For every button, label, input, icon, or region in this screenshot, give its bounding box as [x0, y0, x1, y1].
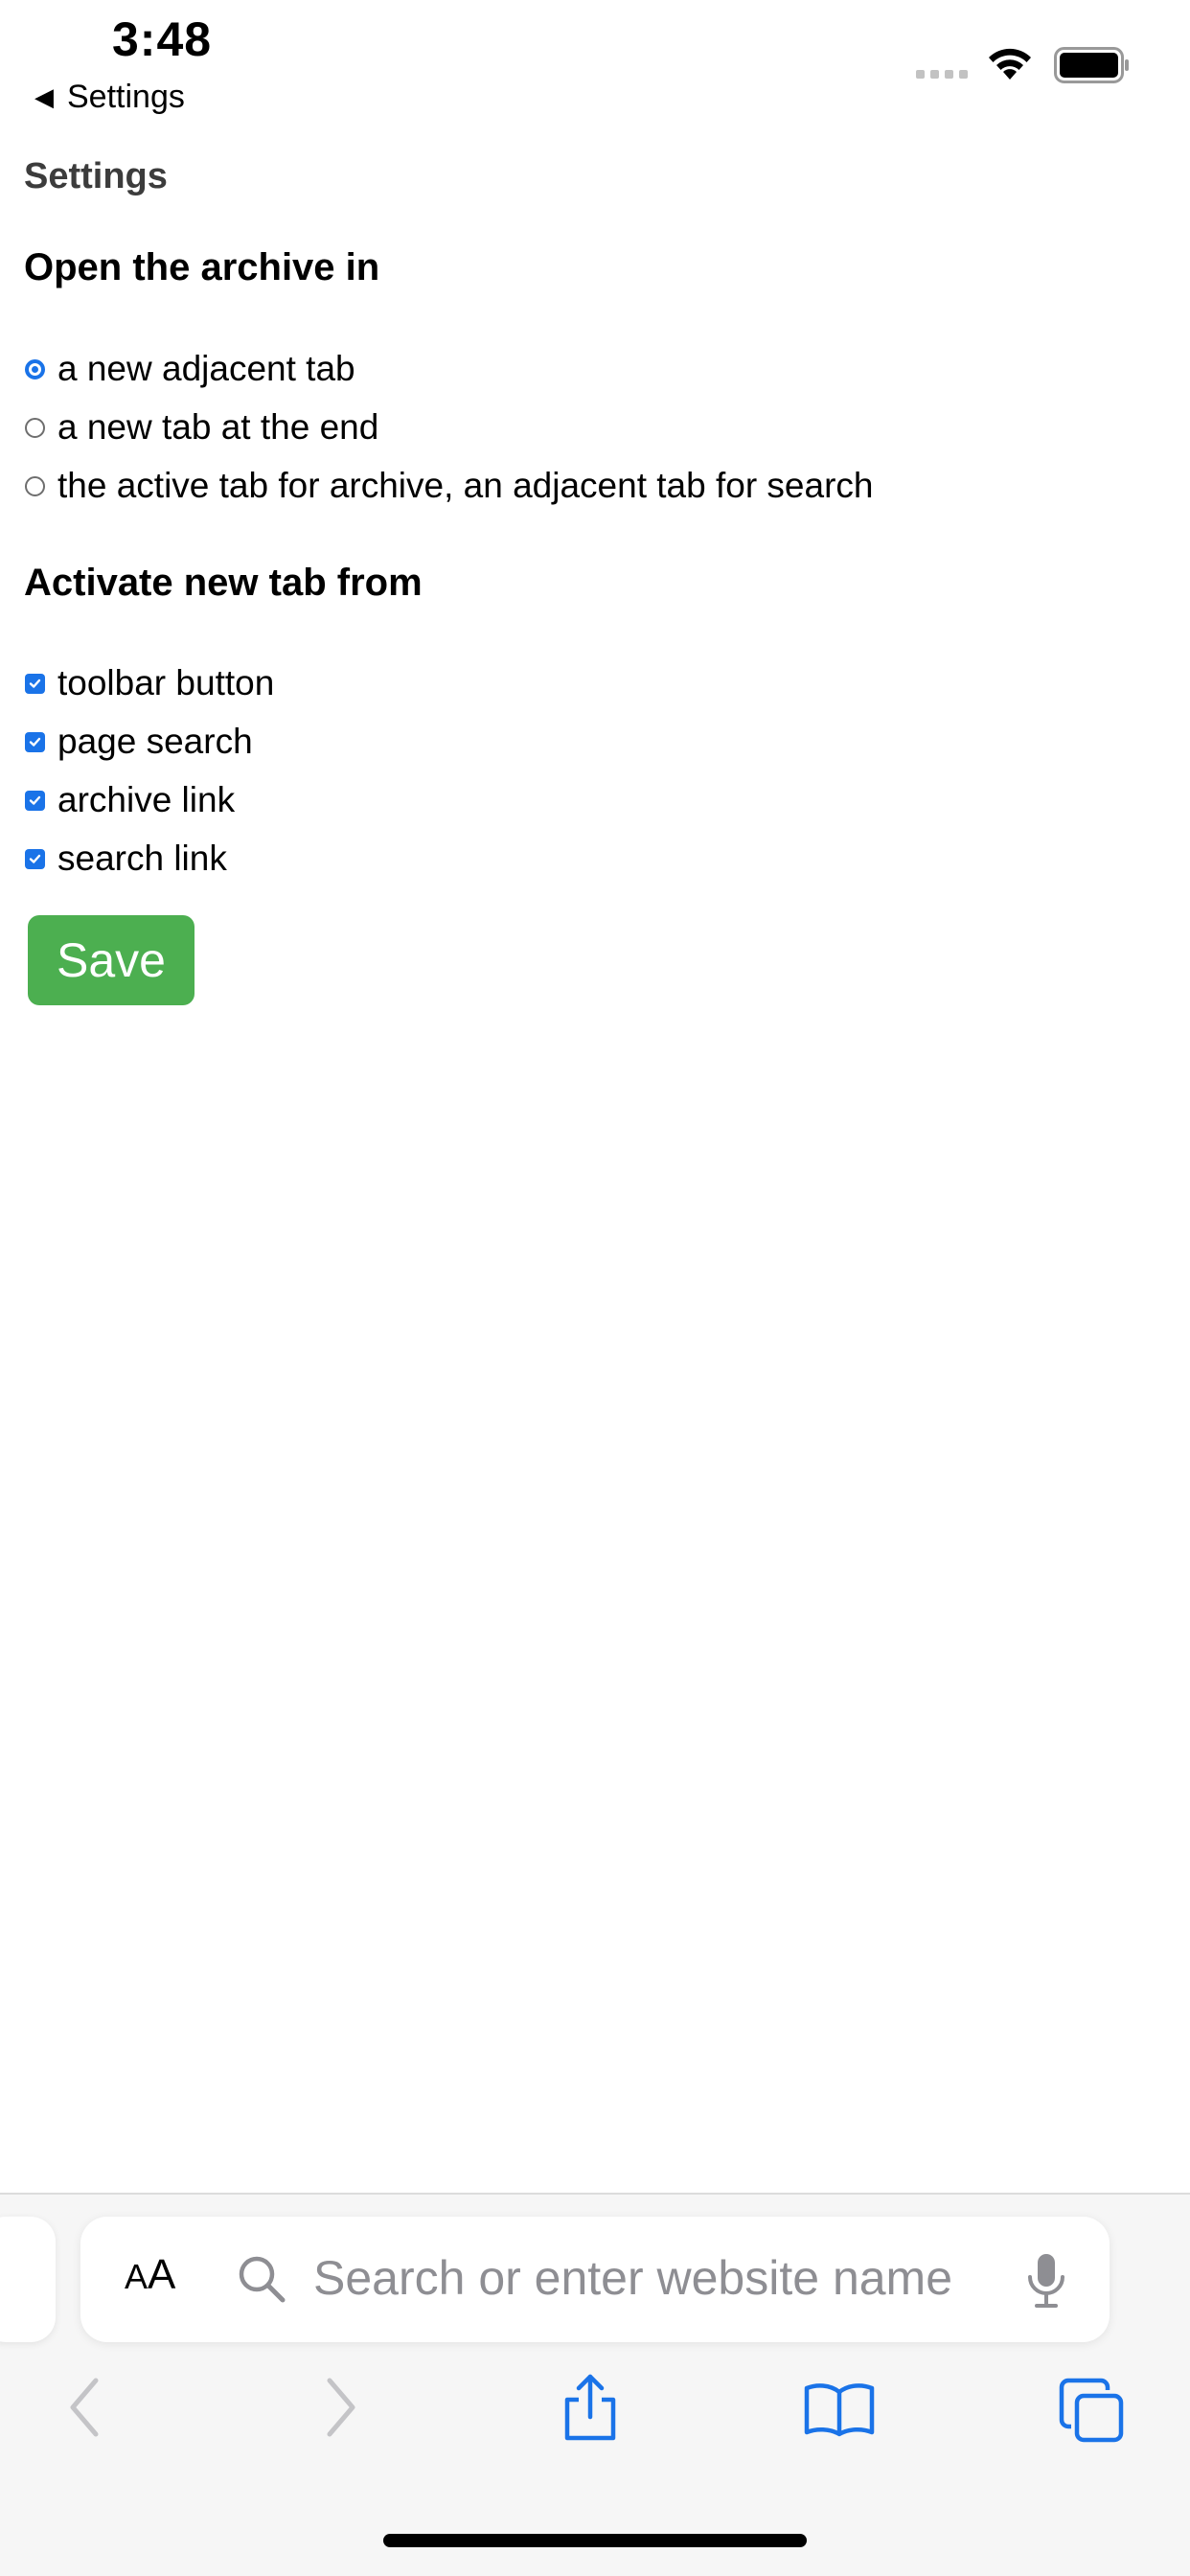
back-triangle-icon: ◀	[34, 82, 54, 111]
checkbox-option-label: toolbar button	[57, 663, 275, 702]
address-input-placeholder[interactable]: Search or enter website name	[313, 2250, 952, 2306]
forward-icon[interactable]	[322, 2377, 360, 2438]
share-icon[interactable]	[560, 2373, 621, 2442]
open-archive-heading: Open the archive in	[24, 246, 380, 288]
previous-tab-card[interactable]	[0, 2217, 56, 2342]
back-icon[interactable]	[65, 2377, 103, 2438]
radio-option-label: the active tab for archive, an adjacent …	[57, 466, 874, 505]
home-indicator	[383, 2534, 807, 2547]
radio-option-active-tab-archive[interactable]: the active tab for archive, an adjacent …	[25, 462, 874, 510]
tabs-icon[interactable]	[1058, 2377, 1125, 2444]
radio-button[interactable]	[25, 417, 45, 438]
screen: 3:48 ◀ Settings Settings Open the archiv…	[0, 0, 1190, 2576]
bookmarks-icon[interactable]	[803, 2380, 876, 2438]
save-button[interactable]: Save	[28, 915, 195, 1005]
checkbox-checked[interactable]	[25, 790, 45, 811]
microphone-icon[interactable]	[1025, 2252, 1067, 2310]
back-to-app-link[interactable]: ◀ Settings	[34, 79, 185, 116]
checkbox-checked[interactable]	[25, 848, 45, 869]
wifi-icon	[989, 48, 1031, 80]
checkmark-icon	[29, 678, 41, 688]
checkbox-option-label: archive link	[57, 780, 236, 819]
activate-new-tab-heading: Activate new tab from	[24, 562, 423, 604]
radio-option-new-adjacent-tab[interactable]: a new adjacent tab	[25, 345, 355, 393]
status-time: 3:48	[112, 12, 213, 66]
checkbox-checked[interactable]	[25, 731, 45, 752]
search-icon	[239, 2256, 286, 2303]
checkbox-option-label: search link	[57, 839, 227, 878]
radio-option-label: a new adjacent tab	[57, 349, 355, 388]
checkbox-option-page-search[interactable]: page search	[25, 718, 253, 766]
checkmark-icon	[29, 795, 41, 805]
checkbox-option-archive-link[interactable]: archive link	[25, 776, 235, 824]
text-size-button[interactable]: AA	[125, 2251, 175, 2299]
checkmark-icon	[29, 737, 41, 747]
battery-icon	[1054, 47, 1129, 83]
radio-option-new-tab-at-end[interactable]: a new tab at the end	[25, 403, 378, 451]
radio-option-label: a new tab at the end	[57, 407, 379, 447]
radio-button[interactable]	[25, 475, 45, 496]
checkmark-icon	[29, 854, 41, 863]
page-title: Settings	[24, 156, 168, 196]
cellular-signal-icon	[916, 70, 968, 79]
back-link-label: Settings	[67, 79, 185, 115]
checkbox-option-search-link[interactable]: search link	[25, 835, 227, 883]
checkbox-option-toolbar-button[interactable]: toolbar button	[25, 659, 274, 707]
checkbox-checked[interactable]	[25, 673, 45, 694]
radio-button-selected[interactable]	[25, 358, 45, 380]
checkbox-option-label: page search	[57, 722, 253, 761]
